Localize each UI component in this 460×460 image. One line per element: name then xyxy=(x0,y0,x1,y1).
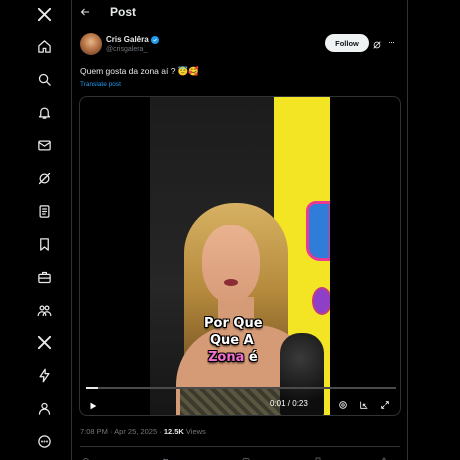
author-handle[interactable]: @crisgalera_ xyxy=(106,46,147,53)
follow-button[interactable]: Follow xyxy=(325,34,369,52)
post-header: Post xyxy=(72,0,408,26)
notifications-bell-icon[interactable] xyxy=(33,101,55,123)
play-icon[interactable] xyxy=(88,398,100,410)
author-avatar[interactable] xyxy=(80,33,102,55)
more-options-icon[interactable] xyxy=(33,430,55,452)
caption-line-3: Zona é xyxy=(208,349,263,366)
author-name-row[interactable]: Cris Galêra xyxy=(106,35,159,44)
divider xyxy=(80,446,400,447)
messages-envelope-icon[interactable] xyxy=(33,134,55,156)
caption-highlight: Zona xyxy=(208,350,245,365)
meta-separator: · xyxy=(157,427,164,436)
translate-post-link[interactable]: Translate post xyxy=(80,81,121,88)
communities-icon[interactable] xyxy=(33,299,55,321)
views-label: Views xyxy=(183,427,206,436)
reply-icon[interactable] xyxy=(82,452,92,460)
back-arrow-icon[interactable] xyxy=(79,5,95,21)
post-timestamp[interactable]: 7:08 PM · Apr 25, 2025 xyxy=(80,427,157,436)
video-progress-fill xyxy=(86,387,99,389)
grok-explain-icon[interactable] xyxy=(372,37,384,49)
video-player[interactable]: Por Que Que A Zona é 0:01 / 0:23 xyxy=(79,96,401,416)
share-icon[interactable] xyxy=(380,452,390,460)
views-count: 12.5K xyxy=(163,427,184,436)
like-heart-icon[interactable] xyxy=(242,452,252,460)
author-name[interactable]: Cris Galêra xyxy=(106,35,149,44)
repost-icon[interactable] xyxy=(162,452,172,460)
video-caption: Por Que Que A Zona é xyxy=(204,315,263,366)
post-detail-column: Post Cris Galêra @crisgalera_ Follow ···… xyxy=(72,0,408,460)
caption-after: é xyxy=(244,350,258,365)
video-time: 0:01 / 0:23 xyxy=(270,399,308,408)
caption-line-1: Por Que xyxy=(204,316,263,331)
bookmark-icon[interactable] xyxy=(314,452,324,460)
video-frame xyxy=(150,97,330,415)
verified-badge-icon xyxy=(150,35,159,44)
bookmarks-icon[interactable] xyxy=(33,233,55,255)
x-logo-icon[interactable] xyxy=(33,3,55,25)
picture-in-picture-icon[interactable] xyxy=(359,397,371,409)
post-actions xyxy=(80,452,400,460)
fullscreen-icon[interactable] xyxy=(380,397,392,409)
jobs-briefcase-icon[interactable] xyxy=(33,266,55,288)
caption-line-2: Que A xyxy=(210,333,254,348)
home-icon[interactable] xyxy=(33,35,55,57)
grok-icon[interactable] xyxy=(33,167,55,189)
lists-icon[interactable] xyxy=(33,200,55,222)
profile-icon[interactable] xyxy=(33,397,55,419)
verified-orgs-lightning-icon[interactable] xyxy=(33,364,55,386)
premium-x-icon[interactable] xyxy=(33,331,55,353)
video-progress-bar[interactable] xyxy=(86,387,396,389)
post-meta: 7:08 PM · Apr 25, 2025 · 12.5K Views xyxy=(80,427,206,436)
more-horizontal-icon[interactable]: ··· xyxy=(388,37,400,49)
settings-gear-icon[interactable] xyxy=(338,397,350,409)
search-icon[interactable] xyxy=(33,68,55,90)
sidebar-nav xyxy=(0,0,72,460)
page-title: Post xyxy=(110,5,137,19)
post-text: Quem gosta da zona aí ? 😇🥰 xyxy=(80,66,199,76)
